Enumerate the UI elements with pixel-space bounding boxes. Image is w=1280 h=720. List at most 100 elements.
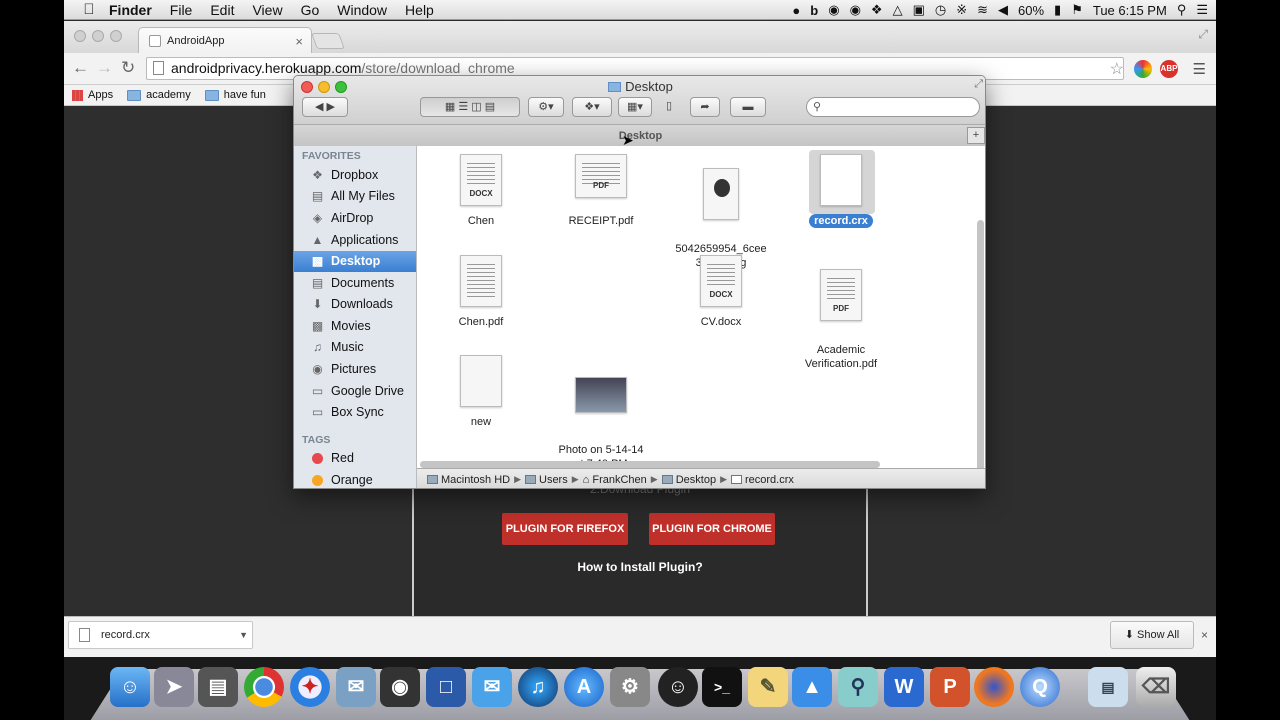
wifi-icon[interactable]: ≋ <box>977 2 988 18</box>
word-dock-icon[interactable]: W <box>884 667 924 707</box>
downloads-stack-dock-icon[interactable]: ▤ <box>1088 667 1128 707</box>
skype-icon[interactable]: ◉ <box>828 2 839 18</box>
powerpoint-dock-icon[interactable]: P <box>930 667 970 707</box>
sidebar-item-desktop[interactable]: ▩ Desktop <box>294 251 416 272</box>
b-icon[interactable]: b <box>810 3 818 18</box>
close-window-button[interactable] <box>74 30 86 42</box>
file-cv[interactable]: DOCX CV.docx <box>661 255 781 329</box>
time-machine-icon[interactable]: ◷ <box>935 2 946 18</box>
back-icon[interactable]: ← <box>72 58 89 78</box>
download-item[interactable]: record.crx ▼ <box>68 621 253 649</box>
bookmark-have-fun[interactable]: have fun <box>204 89 266 101</box>
flag-icon[interactable]: ⚑ <box>1071 2 1083 18</box>
close-tab-icon[interactable]: × <box>295 34 303 49</box>
quicktime-dock-icon[interactable]: Q <box>1020 667 1060 707</box>
bookmark-academy[interactable]: academy <box>127 89 191 101</box>
notes-dock-icon[interactable]: ✎ <box>748 667 788 707</box>
battery-percent[interactable]: 60% <box>1018 3 1044 18</box>
bookmark-apps[interactable]: Apps <box>72 89 113 101</box>
path-users[interactable]: Users <box>525 474 568 486</box>
sidebar-item-box-sync[interactable]: ▭ Box Sync <box>294 402 416 423</box>
file-new[interactable]: new <box>421 355 541 429</box>
new-tab-button[interactable] <box>311 33 345 49</box>
reload-icon[interactable]: ↻ <box>121 58 135 78</box>
chrome-dock-icon[interactable] <box>244 667 284 707</box>
sidebar-item-music[interactable]: ♫ Music <box>294 337 416 358</box>
launchpad-dock-icon[interactable]: ➤ <box>154 667 194 707</box>
spotlight-icon[interactable]: ⚲ <box>1177 2 1187 18</box>
system-preferences-dock-icon[interactable]: ⚙ <box>610 667 650 707</box>
file-jpg[interactable]: 5042659954_6cee 3f7c91.jpg <box>661 154 781 270</box>
file-chen[interactable]: DOCX Chen <box>421 154 541 228</box>
sidebar-tag-red[interactable]: Red <box>294 448 416 469</box>
file-record-crx[interactable]: record.crx <box>781 154 901 228</box>
view-mode-buttons[interactable]: ▦ ☰ ◫ ▤ <box>420 97 520 117</box>
menu-app-name[interactable]: Finder <box>100 2 161 18</box>
keyboard-icon[interactable]: ▣ <box>913 2 925 18</box>
back-forward-buttons[interactable]: ◀ ▶ <box>302 97 348 117</box>
forward-icon[interactable]: → <box>96 58 113 78</box>
record-icon[interactable]: ◉ <box>850 2 861 18</box>
fullscreen-icon[interactable]: ⤢ <box>1198 27 1208 42</box>
new-tab-icon[interactable]: + <box>967 127 985 144</box>
preview-dock-icon[interactable]: ⚲ <box>838 667 878 707</box>
sidebar-item-airdrop[interactable]: ◈ AirDrop <box>294 208 416 229</box>
action-gear-button[interactable]: ⚙▾ <box>528 97 564 117</box>
sidebar-item-all-my-files[interactable]: ▤ All My Files <box>294 186 416 207</box>
adblock-icon[interactable]: ABP <box>1160 60 1178 78</box>
vertical-scrollbar[interactable] <box>977 220 984 478</box>
tab-androidapp[interactable]: AndroidApp × <box>138 27 312 54</box>
dropbox-toolbar-button[interactable]: ❖▾ <box>572 97 612 117</box>
volume-icon[interactable]: ◀ <box>998 2 1008 18</box>
mail-dock-icon[interactable]: ✉ <box>336 667 376 707</box>
file-photo[interactable]: Photo on 5-14-14 at 7.40 PM <box>541 355 661 471</box>
trash-dock-icon[interactable]: ⌫ <box>1136 667 1176 707</box>
menu-window[interactable]: Window <box>328 2 396 18</box>
bluetooth-icon[interactable]: ※ <box>956 2 967 18</box>
clock[interactable]: Tue 6:15 PM <box>1093 3 1167 18</box>
sidebar-item-documents[interactable]: ▤ Documents <box>294 273 416 294</box>
path-macintosh-hd[interactable]: Macintosh HD <box>427 474 510 486</box>
tags-button[interactable]: ▬ <box>730 97 766 117</box>
dropbox-menu-icon[interactable]: ❖ <box>871 2 883 18</box>
horizontal-scrollbar[interactable] <box>420 461 880 468</box>
color-extension-icon[interactable] <box>1134 60 1152 78</box>
menu-edit[interactable]: Edit <box>201 2 243 18</box>
file-receipt[interactable]: PDF RECEIPT.pdf <box>541 154 661 228</box>
file-academic-verification[interactable]: PDF Academic Verification.pdf <box>781 255 901 371</box>
bell-icon[interactable]: △ <box>893 2 903 18</box>
facetime-dock-icon[interactable]: ◉ <box>380 667 420 707</box>
terminal-dock-icon[interactable]: >_ <box>702 667 742 707</box>
notification-center-icon[interactable]: ☰ <box>1196 2 1208 18</box>
finder-dock-icon[interactable]: ☺ <box>110 667 150 707</box>
file-chen-pdf[interactable]: Chen.pdf <box>421 255 541 329</box>
chrome-menu-icon[interactable]: ☰ <box>1193 60 1206 78</box>
share-button[interactable]: ➦ <box>690 97 720 117</box>
fullscreen-icon[interactable]: ⤢ <box>974 78 983 91</box>
sidebar-tag-orange[interactable]: Orange <box>294 470 416 488</box>
itunes-dock-icon[interactable]: ♫ <box>518 667 558 707</box>
sidebar-item-google-drive[interactable]: ▭ Google Drive <box>294 381 416 402</box>
app-store-dock-icon[interactable]: A <box>564 667 604 707</box>
plugin-chrome-button[interactable]: PLUGIN FOR CHROME <box>649 513 775 545</box>
dropdown-arrow-icon[interactable]: ▼ <box>239 622 248 648</box>
plugin-firefox-button[interactable]: PLUGIN FOR FIREFOX <box>502 513 628 545</box>
vmware-dock-icon[interactable]: □ <box>426 667 466 707</box>
arrange-button[interactable]: ▦▾ <box>618 97 652 117</box>
sidebar-item-dropbox[interactable]: ❖ Dropbox <box>294 165 416 186</box>
sidebar-item-applications[interactable]: ▲ Applications <box>294 230 416 251</box>
messages-dock-icon[interactable]: ✉ <box>472 667 512 707</box>
dashboard-dock-icon[interactable]: ▤ <box>198 667 238 707</box>
safari-dock-icon[interactable]: ✦ <box>290 667 330 707</box>
menu-file[interactable]: File <box>161 2 202 18</box>
close-shelf-icon[interactable]: × <box>1201 628 1208 642</box>
path-desktop[interactable]: Desktop <box>661 474 716 486</box>
path-record-crx[interactable]: record.crx <box>730 474 794 486</box>
zip-icon[interactable]: ▯ <box>660 97 678 117</box>
menu-go[interactable]: Go <box>292 2 329 18</box>
keynote-dock-icon[interactable]: ▲ <box>792 667 832 707</box>
sidebar-item-downloads[interactable]: ⬇ Downloads <box>294 294 416 315</box>
minimize-window-button[interactable] <box>92 30 104 42</box>
qq-dock-icon[interactable]: ☺ <box>658 667 698 707</box>
apple-icon[interactable]:  <box>78 1 100 18</box>
